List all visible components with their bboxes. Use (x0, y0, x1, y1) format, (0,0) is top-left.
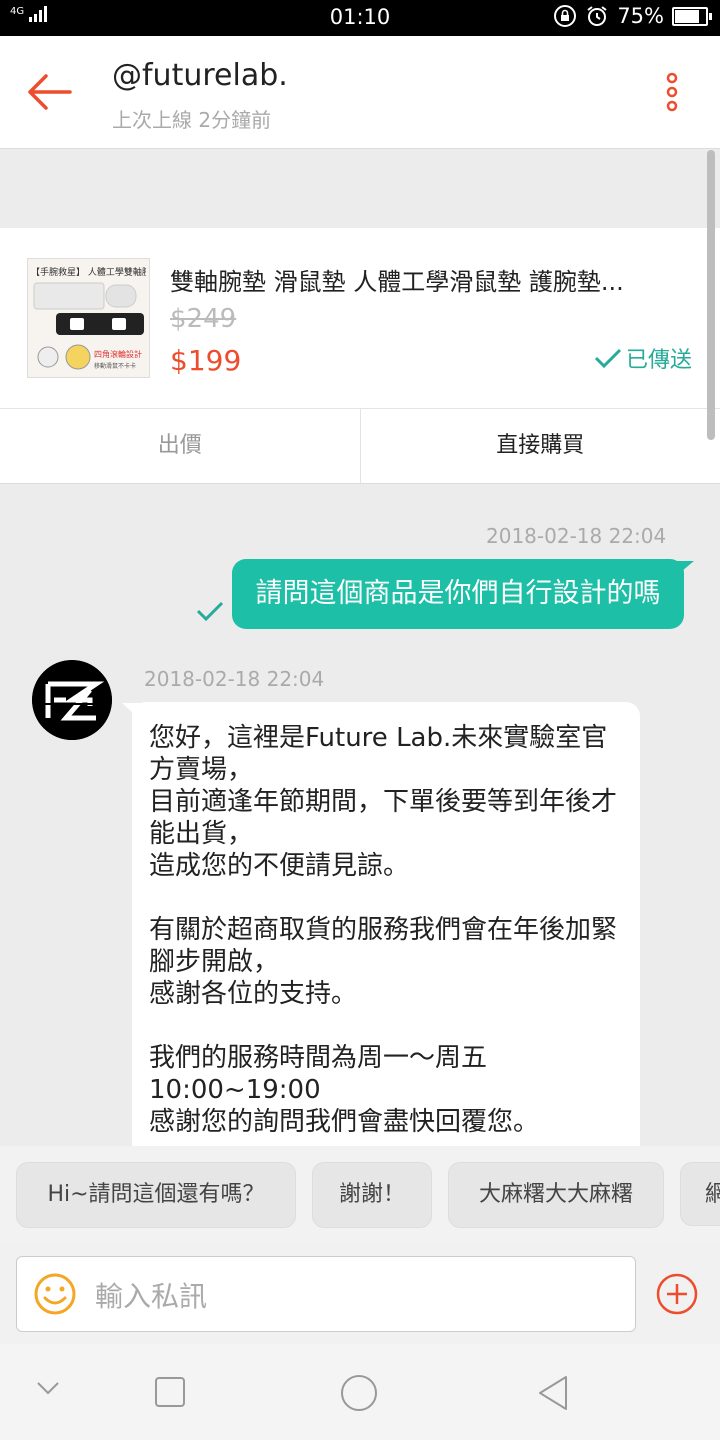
message-line: 有關於超商取貨的服務我們會在年後加緊腳步開啟， (149, 915, 618, 977)
shop-avatar[interactable] (32, 660, 112, 740)
buy-now-button[interactable]: 直接購買 (361, 409, 720, 483)
scrollbar[interactable] (707, 150, 715, 440)
message-line: 目前適逢年節期間，下單後要等到年後才能出貨， (149, 787, 618, 849)
quick-replies: Hi~請問這個還有嗎？ 謝謝！ 大麻糬大大麻糬 網 (0, 1146, 720, 1244)
chat-header: @futurelab. 上次上線 2分鐘前 (0, 36, 720, 149)
make-offer-button[interactable]: 出價 (0, 409, 361, 483)
home-icon[interactable] (340, 1374, 378, 1412)
message-body: 您好，這裡是Future Lab.未來實驗室官方賣場， 目前適逢年節期間，下單後… (149, 722, 633, 1138)
emoji-icon[interactable] (33, 1272, 77, 1316)
top-spacer (0, 149, 720, 227)
quick-reply-chip[interactable]: Hi~請問這個還有嗎？ (16, 1162, 296, 1228)
recent-apps-icon[interactable] (154, 1376, 186, 1408)
message-input-bar: 輸入私訊 (0, 1244, 720, 1344)
product-card[interactable]: 【手腕救星】 人體工學雙軸腕墊 四角滾輪設計 移動滑鼠不卡卡 雙軸腕墊 滑鼠墊 … (0, 228, 720, 409)
message-timestamp: 2018-02-18 22:04 (486, 524, 667, 548)
sent-status: 已傳送 (594, 342, 692, 374)
battery-icon (672, 6, 712, 26)
back-arrow-icon[interactable] (26, 74, 72, 110)
add-attachment-icon[interactable] (656, 1273, 698, 1315)
message-input[interactable]: 輸入私訊 (16, 1256, 636, 1332)
incoming-message[interactable]: 您好，這裡是Future Lab.未來實驗室官方賣場， 目前適逢年節期間，下單後… (132, 702, 640, 1146)
product-name[interactable]: 雙軸腕墊 滑鼠墊 人體工學滑鼠墊 護腕墊... (170, 262, 690, 297)
input-placeholder: 輸入私訊 (95, 1280, 208, 1313)
original-price: $249 (170, 304, 237, 334)
chat-title[interactable]: @futurelab. (112, 58, 288, 93)
status-bar: 4G 01:10 75% (0, 0, 720, 36)
message-line: 您好，這裡是Future Lab.未來實驗室官方賣場， (149, 723, 608, 785)
product-actions: 出價 直接購買 (0, 409, 720, 484)
more-options-icon[interactable] (660, 72, 684, 112)
system-nav-bar (0, 1344, 720, 1440)
lock-rotation-icon (554, 5, 577, 27)
battery-percent: 75% (617, 4, 664, 28)
quick-reply-chip[interactable]: 大麻糬大大麻糬 (448, 1162, 664, 1228)
last-seen: 上次上線 2分鐘前 (112, 108, 272, 132)
delivered-check-icon (196, 601, 224, 622)
quick-reply-chip[interactable]: 謝謝！ (312, 1162, 432, 1228)
alarm-icon (587, 6, 607, 26)
product-price: $199 (170, 344, 242, 377)
quick-reply-chip[interactable]: 網 (680, 1162, 720, 1226)
thumb-caption: 四角滾輪設計 (94, 350, 142, 359)
sent-label: 已傳送 (625, 348, 692, 373)
message-line: 感謝您的詢問我們會盡快回覆您。 (149, 1107, 540, 1137)
status-icons: 75% (553, 4, 712, 28)
message-line: 造成您的不便請見諒。 (149, 851, 410, 881)
message-line: 我們的服務時間為周一～周五 (149, 1043, 488, 1073)
back-icon[interactable] (536, 1374, 570, 1412)
check-icon (594, 348, 622, 369)
message-line: 10:00~19:00 (149, 1075, 321, 1105)
outgoing-message[interactable]: 請問這個商品是你們自行設計的嗎 (232, 559, 684, 629)
thumb-subcaption: 移動滑鼠不卡卡 (94, 363, 137, 370)
message-line: 感謝各位的支持。 (149, 979, 358, 1009)
message-timestamp: 2018-02-18 22:04 (144, 667, 325, 691)
futurelab-logo-icon (32, 660, 112, 740)
product-thumbnail[interactable]: 【手腕救星】 人體工學雙軸腕墊 四角滾輪設計 移動滑鼠不卡卡 (27, 258, 150, 378)
chevron-down-icon[interactable] (36, 1380, 60, 1396)
